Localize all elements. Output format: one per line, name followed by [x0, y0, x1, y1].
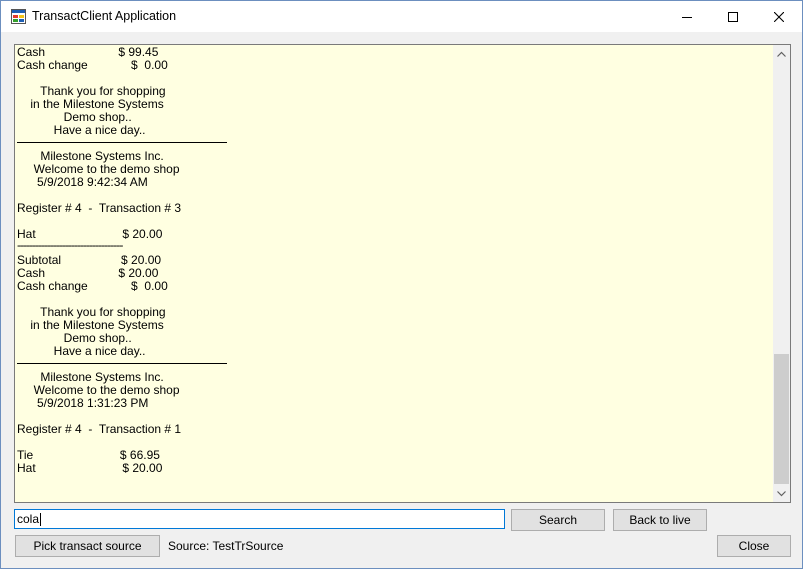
vertical-scrollbar[interactable]: [773, 45, 790, 502]
maximize-icon: [728, 11, 738, 22]
receipt-line: Cash change $ 0.00: [17, 279, 168, 293]
pick-transact-source-button[interactable]: Pick transact source: [15, 535, 160, 557]
chevron-up-icon: [777, 51, 786, 57]
maximize-button[interactable]: [710, 1, 756, 32]
receipt-line: Hat $ 20.00: [17, 461, 163, 475]
receipt-line: Have a nice day..: [17, 344, 146, 358]
minimize-button[interactable]: [664, 1, 710, 32]
client-area: Cash $ 99.45 Cash change $ 0.00 Thank you…: [1, 32, 802, 568]
receipt-textbox[interactable]: Cash $ 99.45 Cash change $ 0.00 Thank you…: [14, 44, 791, 503]
close-button[interactable]: Close: [717, 535, 791, 557]
chevron-down-icon: [777, 490, 786, 496]
receipt-line: Have a nice day..: [17, 123, 146, 137]
close-x-icon: [774, 11, 784, 22]
title-bar[interactable]: TransactClient Application: [1, 1, 802, 32]
receipt-line: Cash change $ 0.00: [17, 58, 168, 72]
receipt-content: Cash $ 99.45 Cash change $ 0.00 Thank you…: [17, 46, 772, 501]
window-title: TransactClient Application: [32, 9, 177, 23]
app-window: TransactClient Application Cash $ 99.45 C…: [0, 0, 803, 569]
source-label: Source: TestTrSource: [168, 539, 284, 553]
minimize-icon: [682, 16, 692, 18]
scroll-down-button[interactable]: [773, 485, 790, 502]
receipt-line: Register # 4 - Transaction # 3: [17, 201, 182, 215]
text-caret: [40, 513, 42, 527]
scroll-up-button[interactable]: [773, 45, 790, 62]
app-window-icon: [11, 9, 26, 24]
receipt-line: Hat $ 20.00: [17, 227, 163, 241]
search-input-value: cola: [17, 512, 40, 526]
close-window-button[interactable]: [756, 1, 802, 32]
back-to-live-button[interactable]: Back to live: [613, 509, 707, 531]
scrollbar-thumb[interactable]: [774, 354, 789, 484]
search-input[interactable]: cola: [14, 509, 505, 529]
search-button[interactable]: Search: [511, 509, 605, 531]
receipt-line: Register # 4 - Transaction # 1: [17, 422, 182, 436]
receipt-line: 5/9/2018 9:42:34 AM: [17, 175, 148, 189]
receipt-line: 5/9/2018 1:31:23 PM: [17, 396, 149, 410]
